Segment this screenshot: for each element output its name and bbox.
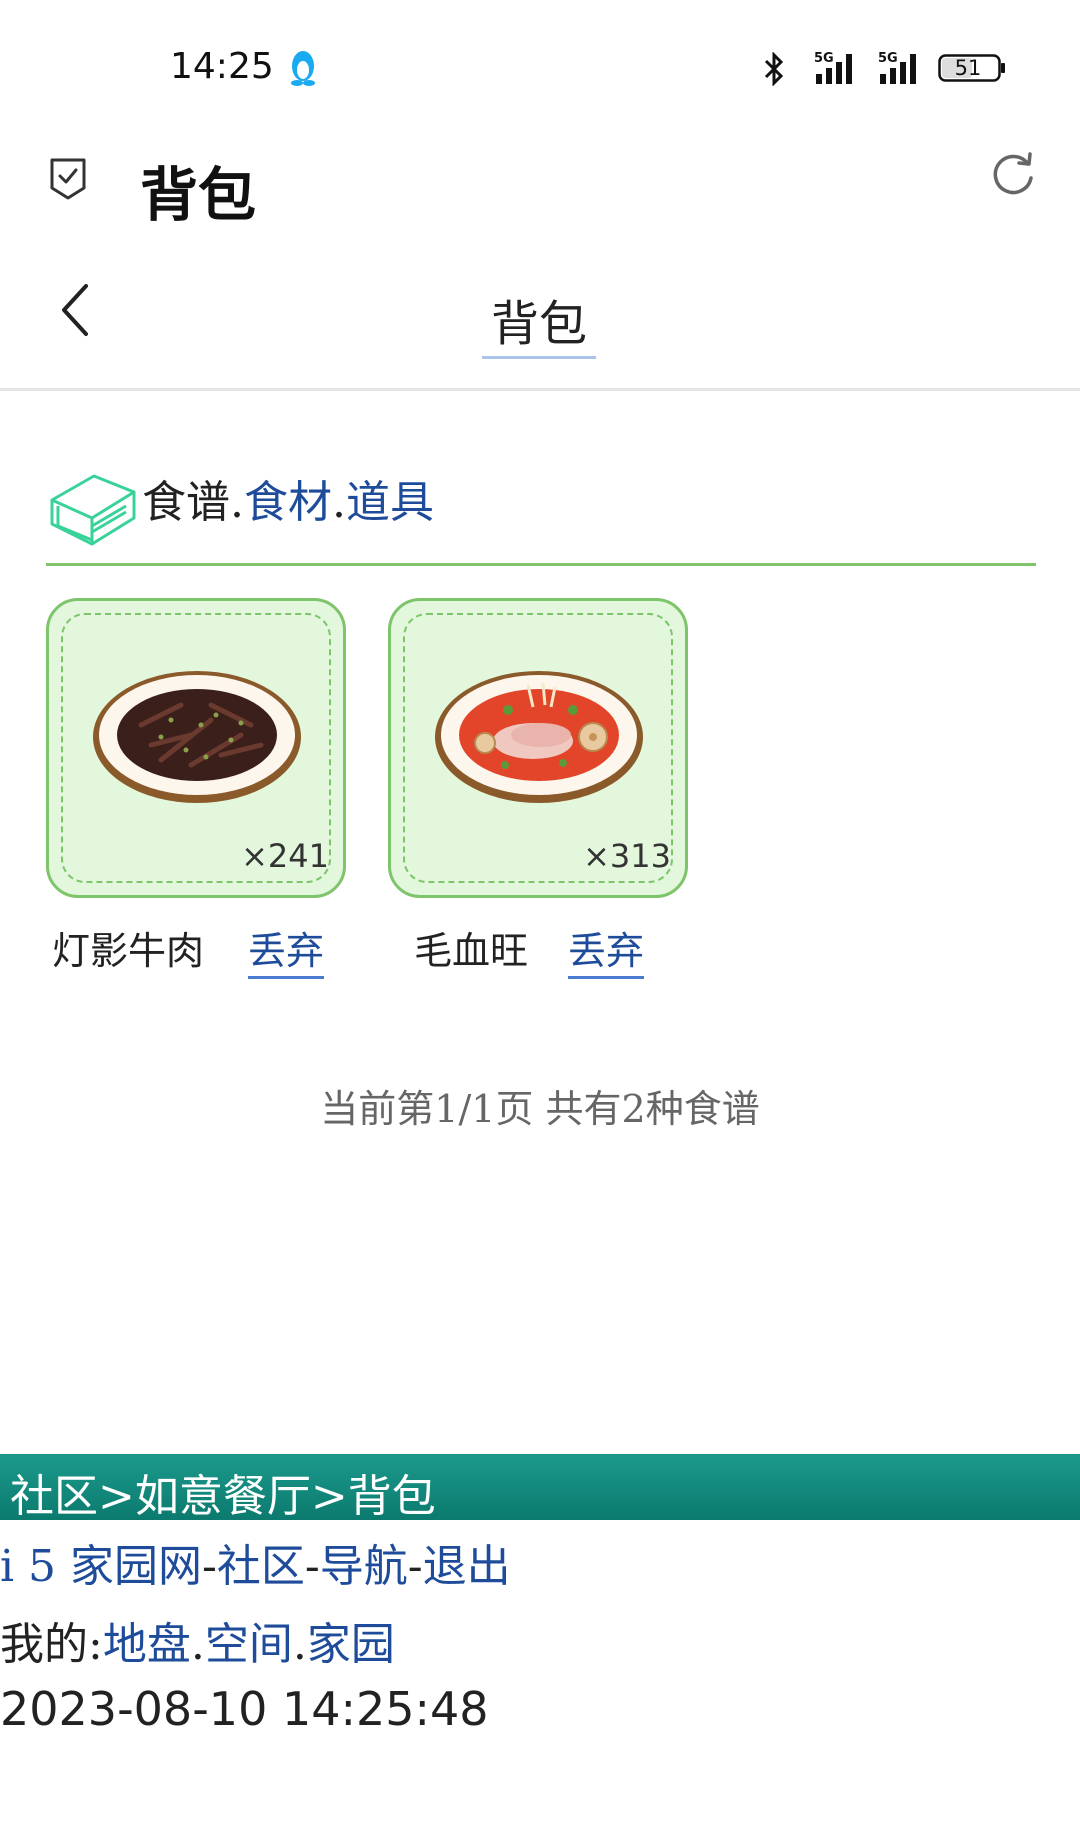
item-count: ×241 (241, 837, 329, 875)
status-bar: 14:25 5G 5G 51 (0, 0, 1080, 110)
navigation-link[interactable]: 导航 (320, 1541, 408, 1592)
item-name: 毛血旺 (414, 929, 529, 973)
app-title: 背包 (140, 161, 257, 229)
bluetooth-icon (762, 51, 786, 90)
back-arrow-icon[interactable] (56, 282, 96, 342)
item-name: 灯影牛肉 (52, 929, 205, 973)
shield-check-icon[interactable] (46, 154, 90, 206)
tab-recipes: 食谱 (142, 477, 230, 528)
tab-separator: . (332, 477, 346, 528)
header-divider (0, 388, 1080, 391)
status-time: 14:25 (170, 46, 274, 87)
section-tabs: 食谱.食材.道具 (142, 466, 434, 530)
discard-button[interactable]: 丢弃 (568, 920, 645, 979)
dish-image (91, 665, 303, 809)
footer-mine: 我的:地盘.空间.家园 (0, 1608, 395, 1672)
breadcrumb-bar: 社区>如意餐厅>背包 (0, 1454, 1080, 1522)
footer-nav: i 5 家园网-社区-导航-退出 (0, 1530, 511, 1594)
mine-label: 我的: (0, 1619, 103, 1670)
item-count: ×313 (583, 837, 671, 875)
tab-ingredients[interactable]: 食材 (244, 477, 332, 528)
svg-text:5G: 5G (878, 51, 898, 66)
signal-5g-icon: 5G (876, 50, 932, 90)
dish-image (433, 665, 645, 809)
page-title: 背包 (482, 284, 596, 359)
mine-separator: . (190, 1619, 205, 1670)
space-link[interactable]: 空间 (205, 1619, 293, 1670)
land-link[interactable]: 地盘 (103, 1619, 191, 1670)
section-divider (46, 563, 1036, 566)
server-timestamp: 2023-08-10 14:25:48 (0, 1682, 489, 1736)
nav-separator: - (202, 1541, 217, 1592)
tab-props[interactable]: 道具 (346, 477, 434, 528)
mine-separator: . (292, 1619, 307, 1670)
nav-separator: - (407, 1541, 423, 1592)
book-icon (46, 466, 140, 552)
battery-level: 51 (954, 56, 982, 80)
item-card[interactable]: ×313 (388, 598, 688, 898)
qq-penguin-icon (288, 48, 318, 90)
homestead-link[interactable]: 家园 (307, 1619, 395, 1670)
breadcrumb: 社区>如意餐厅>背包 (10, 1471, 436, 1522)
svg-text:5G: 5G (814, 51, 834, 66)
community-link[interactable]: 社区 (217, 1541, 305, 1592)
signal-5g-icon: 5G (812, 50, 868, 90)
discard-button[interactable]: 丢弃 (248, 920, 325, 979)
logout-link[interactable]: 退出 (423, 1541, 511, 1592)
home-link[interactable]: i 5 家园网 (0, 1541, 202, 1592)
tab-separator: . (230, 477, 244, 528)
item-card[interactable]: ×241 (46, 598, 346, 898)
pagination-info: 当前第1/1页 共有2种食谱 (320, 1087, 760, 1131)
refresh-icon[interactable] (988, 150, 1038, 204)
nav-separator: - (304, 1541, 320, 1592)
